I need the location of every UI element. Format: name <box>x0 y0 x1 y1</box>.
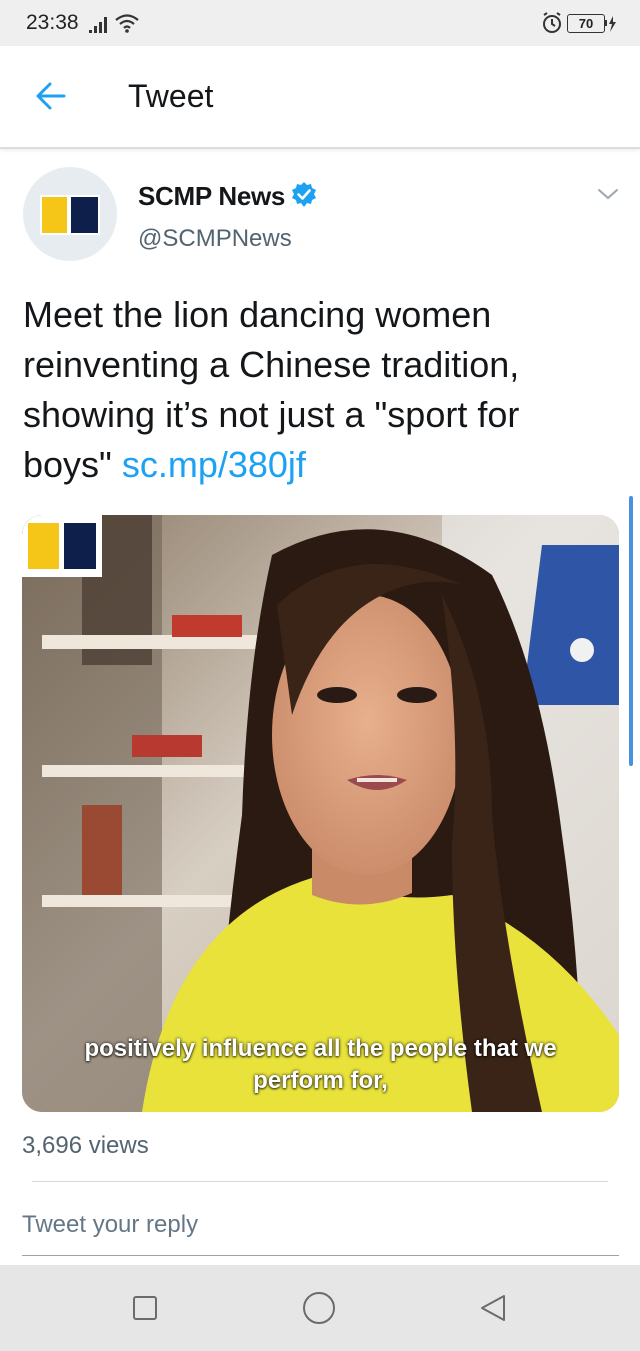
scrollbar[interactable] <box>629 496 633 766</box>
chevron-down-icon[interactable] <box>596 186 620 202</box>
status-time: 23:38 <box>26 11 79 34</box>
avatar[interactable] <box>23 167 117 261</box>
back-triangle-icon[interactable] <box>477 1292 509 1324</box>
view-count: 3,696 views <box>22 1132 149 1159</box>
home-icon[interactable] <box>303 1292 335 1324</box>
battery-icon: 70 <box>567 12 619 34</box>
video-caption: positively influence all the people that… <box>22 1033 619 1097</box>
battery-level: 70 <box>578 16 594 31</box>
tweet-video[interactable]: positively influence all the people that… <box>22 515 619 1112</box>
status-bar: 23:38 70 <box>0 0 640 46</box>
nav-bar <box>0 1265 640 1351</box>
username[interactable]: @SCMPNews <box>138 225 292 253</box>
signal-icon <box>89 17 107 33</box>
video-frame <box>22 515 619 1112</box>
alarm-icon <box>543 12 561 33</box>
scmp-logo-icon <box>40 195 100 235</box>
reply-underline <box>22 1255 619 1256</box>
caption-line-2: perform for, <box>253 1067 388 1094</box>
caption-line-1: positively influence all the people that… <box>84 1035 557 1062</box>
scmp-watermark-icon <box>22 515 102 577</box>
page-title: Tweet <box>128 78 214 114</box>
wifi-icon <box>115 14 139 33</box>
display-name[interactable]: SCMP News <box>138 181 285 212</box>
tweet-link[interactable]: sc.mp/380jf <box>122 444 306 485</box>
app-header: Tweet <box>0 46 640 149</box>
verified-badge-icon <box>292 182 316 207</box>
tweet-text: Meet the lion dancing women reinventing … <box>23 290 613 490</box>
recent-apps-icon[interactable] <box>133 1296 157 1320</box>
divider <box>32 1181 608 1182</box>
reply-input[interactable] <box>0 1190 640 1260</box>
arrow-left-icon[interactable] <box>34 79 68 113</box>
